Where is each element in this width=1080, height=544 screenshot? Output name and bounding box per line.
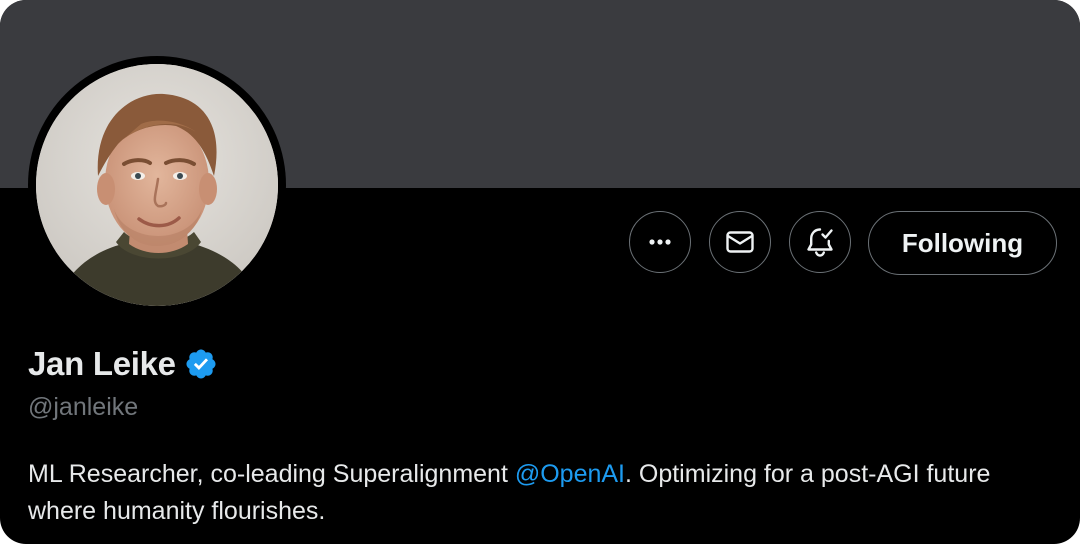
envelope-icon	[726, 231, 754, 253]
avatar-photo	[36, 64, 278, 306]
profile-bio: ML Researcher, co-leading Superalignment…	[28, 456, 1048, 530]
bio-text-start: ML Researcher, co-leading Superalignment	[28, 460, 515, 488]
bell-check-icon	[807, 228, 833, 257]
profile-handle: @janleike	[28, 393, 139, 421]
display-name: Jan Leike	[28, 345, 176, 382]
profile-card: Following Jan Leike @janleike ML Researc…	[0, 0, 1080, 544]
following-button-label: Following	[901, 227, 1024, 258]
avatar[interactable]	[36, 64, 278, 306]
more-button[interactable]	[629, 211, 691, 273]
bio-mention-link[interactable]: @OpenAI	[515, 460, 625, 488]
message-button[interactable]	[709, 211, 771, 273]
more-horizontal-icon	[649, 239, 671, 245]
notifications-button[interactable]	[789, 211, 851, 273]
verified-badge-icon[interactable]	[184, 347, 218, 381]
following-button[interactable]: Following	[868, 211, 1057, 275]
profile-name-row: Jan Leike	[28, 342, 218, 386]
